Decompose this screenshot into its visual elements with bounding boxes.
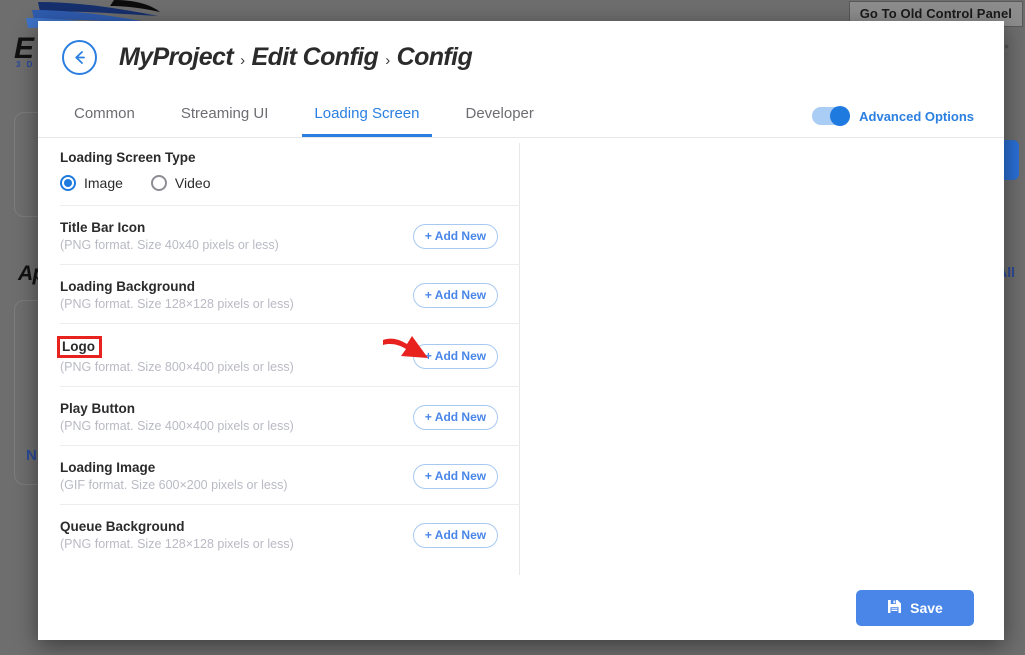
add-new-button[interactable]: + Add New <box>413 522 498 548</box>
asset-hint: (PNG format. Size 128×128 pixels or less… <box>60 537 294 551</box>
radio-ring-icon <box>150 175 167 191</box>
loading-screen-type-label: Loading Screen Type <box>60 150 196 165</box>
radio-dot-icon <box>64 179 72 187</box>
radio-image-label: Image <box>84 175 123 191</box>
tab-common[interactable]: Common <box>62 105 147 137</box>
radio-dot-icon <box>155 179 163 187</box>
asset-row-loading-background: Loading Background (PNG format. Size 128… <box>60 265 520 324</box>
breadcrumb-separator: › <box>240 51 245 69</box>
radio-video-label: Video <box>174 175 211 191</box>
asset-row-play-button: Play Button (PNG format. Size 400×400 pi… <box>60 387 520 446</box>
asset-texts: Play Button (PNG format. Size 400×400 pi… <box>60 401 294 433</box>
advanced-options-label: Advanced Options <box>859 108 974 124</box>
asset-row-queue-background: Queue Background (PNG format. Size 128×1… <box>60 505 520 563</box>
tab-loading-screen[interactable]: Loading Screen <box>302 105 432 137</box>
brand-subtitle: 3 D <box>16 60 35 69</box>
breadcrumb-separator: › <box>385 51 390 69</box>
toggle-knob <box>830 106 851 126</box>
tab-developer[interactable]: Developer <box>454 105 546 137</box>
asset-hint: (PNG format. Size 40x40 pixels or less) <box>60 238 279 252</box>
back-arrow-icon[interactable] <box>62 39 97 75</box>
advanced-options-toggle[interactable] <box>812 106 851 126</box>
save-button[interactable]: Save <box>856 590 974 626</box>
save-disk-icon <box>887 599 902 617</box>
tab-streaming-ui[interactable]: Streaming UI <box>169 105 281 137</box>
loading-screen-type-group: Loading Screen Type Image Video <box>60 138 520 206</box>
modal-header: MyProject › Edit Config › Config <box>38 21 1004 93</box>
add-new-button[interactable]: + Add New <box>413 223 498 249</box>
asset-hint: (PNG format. Size 800×400 pixels or less… <box>60 360 294 374</box>
radio-video[interactable]: Video <box>150 175 211 191</box>
asset-texts: Queue Background (PNG format. Size 128×1… <box>60 519 294 551</box>
breadcrumb-item-project[interactable]: MyProject <box>119 43 234 72</box>
asset-label: Loading Background <box>60 279 195 294</box>
asset-hint: (PNG format. Size 400×400 pixels or less… <box>60 419 294 433</box>
breadcrumb-item-edit-config[interactable]: Edit Config <box>252 43 379 72</box>
loading-screen-form: Loading Screen Type Image Video Title Ba… <box>57 138 520 563</box>
tab-bar: Common Streaming UI Loading Screen Devel… <box>38 93 1004 138</box>
asset-label: Play Button <box>60 401 136 416</box>
background-new-link[interactable]: N <box>26 447 37 464</box>
asset-label-highlighted: Logo <box>57 336 102 358</box>
asset-texts: Title Bar Icon (PNG format. Size 40x40 p… <box>60 220 279 252</box>
asset-hint: (PNG format. Size 128×128 pixels or less… <box>60 297 294 311</box>
asset-label: Queue Background <box>60 519 185 534</box>
breadcrumb: MyProject › Edit Config › Config <box>119 43 473 72</box>
loading-screen-type-radios: Image Video <box>60 175 520 191</box>
add-new-button[interactable]: + Add New <box>413 404 498 430</box>
asset-row-loading-image: Loading Image (GIF format. Size 600×200 … <box>60 446 520 505</box>
asset-row-title-bar-icon: Title Bar Icon (PNG format. Size 40x40 p… <box>60 206 520 265</box>
breadcrumb-item-config[interactable]: Config <box>397 43 473 72</box>
add-new-button[interactable]: + Add New <box>413 463 498 489</box>
radio-ring-icon <box>60 175 76 191</box>
modal-body: Loading Screen Type Image Video Title Ba… <box>38 138 1004 640</box>
advanced-options-control: Advanced Options <box>812 106 974 126</box>
edit-config-modal: MyProject › Edit Config › Config Common … <box>38 21 1004 640</box>
add-new-button[interactable]: + Add New <box>413 282 498 308</box>
save-button-label: Save <box>910 600 943 616</box>
asset-label: Loading Image <box>60 460 156 475</box>
asset-label: Title Bar Icon <box>60 220 146 235</box>
add-new-button[interactable]: + Add New <box>413 343 498 369</box>
asset-texts: Loading Image (GIF format. Size 600×200 … <box>60 460 288 492</box>
asset-texts: Loading Background (PNG format. Size 128… <box>60 279 294 311</box>
asset-row-logo: Logo (PNG format. Size 800×400 pixels or… <box>57 324 520 387</box>
asset-texts: Logo (PNG format. Size 800×400 pixels or… <box>57 336 294 374</box>
asset-hint: (GIF format. Size 600×200 pixels or less… <box>60 478 288 492</box>
radio-image[interactable]: Image <box>60 175 123 191</box>
